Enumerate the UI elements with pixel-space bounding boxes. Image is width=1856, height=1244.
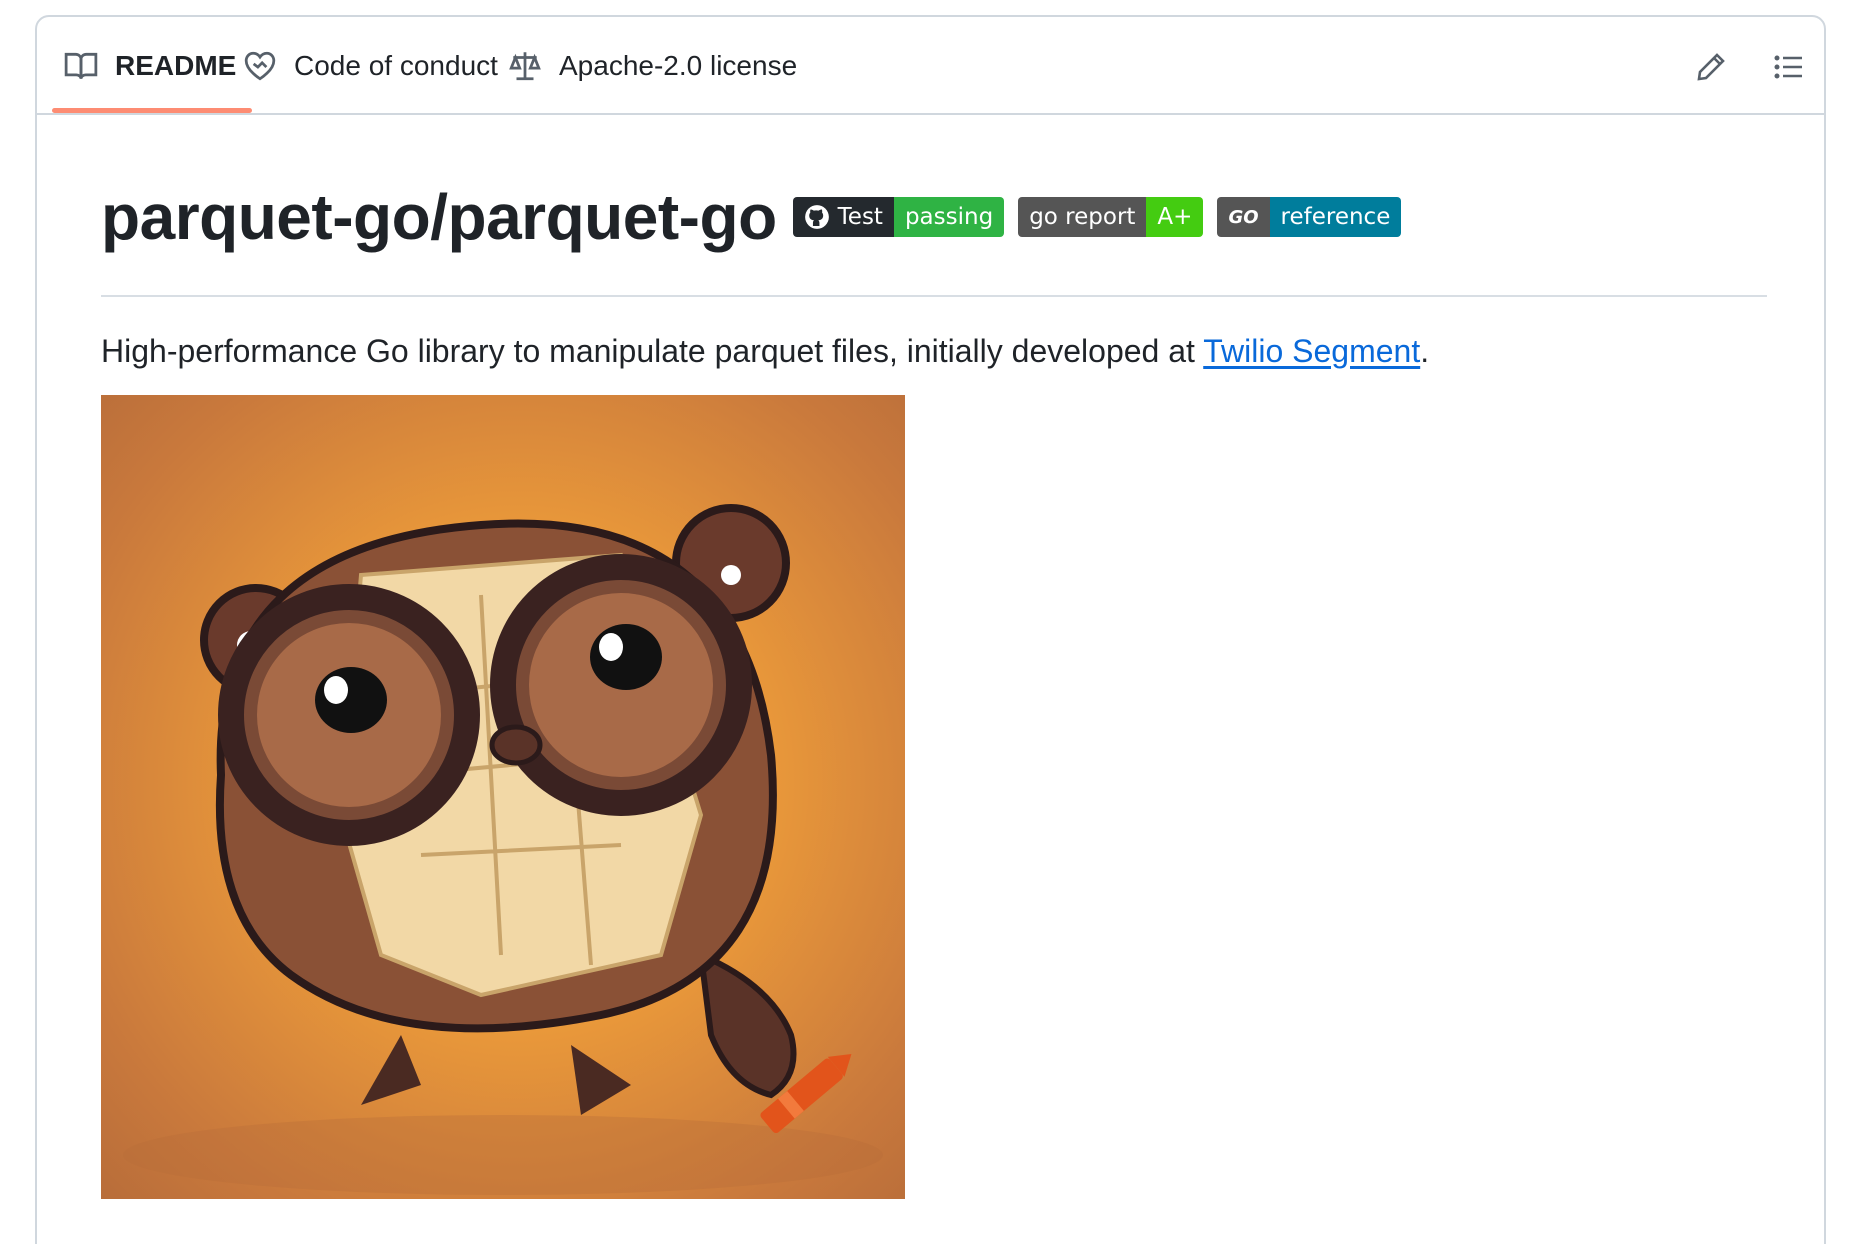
pencil-icon[interactable] bbox=[1691, 47, 1731, 87]
badge-go-report-grade: A+ bbox=[1146, 197, 1204, 237]
badge-test-label: Test bbox=[837, 204, 883, 230]
page-title: parquet-go/parquet-go bbox=[101, 181, 777, 253]
readme-description: High-performance Go library to manipulat… bbox=[101, 333, 1429, 370]
tab-code-of-conduct-label: Code of conduct bbox=[294, 50, 498, 81]
tab-code-of-conduct[interactable]: Code of conduct bbox=[242, 17, 498, 115]
gopher-illustration bbox=[123, 504, 883, 1195]
badge-go-reference[interactable]: GO reference bbox=[1217, 197, 1402, 237]
description-period: . bbox=[1420, 333, 1430, 369]
readme-container: README Code of conduct Apache-2.0 licens… bbox=[35, 15, 1826, 1244]
twilio-segment-link[interactable]: Twilio Segment bbox=[1203, 333, 1420, 369]
badge-test-status: passing bbox=[893, 197, 1005, 237]
badge-go-report-label: go report bbox=[1018, 197, 1147, 237]
active-tab-indicator bbox=[52, 108, 252, 113]
tab-readme[interactable]: README bbox=[63, 17, 236, 115]
tab-license[interactable]: Apache-2.0 license bbox=[507, 17, 797, 115]
mascot-image bbox=[101, 395, 905, 1199]
github-icon bbox=[804, 204, 830, 230]
readme-heading: parquet-go/parquet-go Test passing go re… bbox=[101, 181, 1402, 253]
badge-go-report[interactable]: go report A+ bbox=[1018, 197, 1204, 237]
list-icon[interactable] bbox=[1769, 47, 1809, 87]
go-logo-icon: GO bbox=[1217, 197, 1270, 237]
heart-handshake-icon bbox=[242, 48, 278, 84]
description-text: High-performance Go library to manipulat… bbox=[101, 333, 1204, 369]
scale-icon bbox=[507, 48, 543, 84]
tab-license-label: Apache-2.0 license bbox=[559, 50, 798, 81]
readme-tabbar: README Code of conduct Apache-2.0 licens… bbox=[37, 17, 1824, 115]
tab-readme-label: README bbox=[115, 50, 237, 81]
badge-go-reference-label: reference bbox=[1269, 197, 1402, 237]
heading-divider bbox=[101, 295, 1767, 297]
book-icon bbox=[63, 48, 99, 84]
badge-test[interactable]: Test passing bbox=[792, 197, 1005, 237]
